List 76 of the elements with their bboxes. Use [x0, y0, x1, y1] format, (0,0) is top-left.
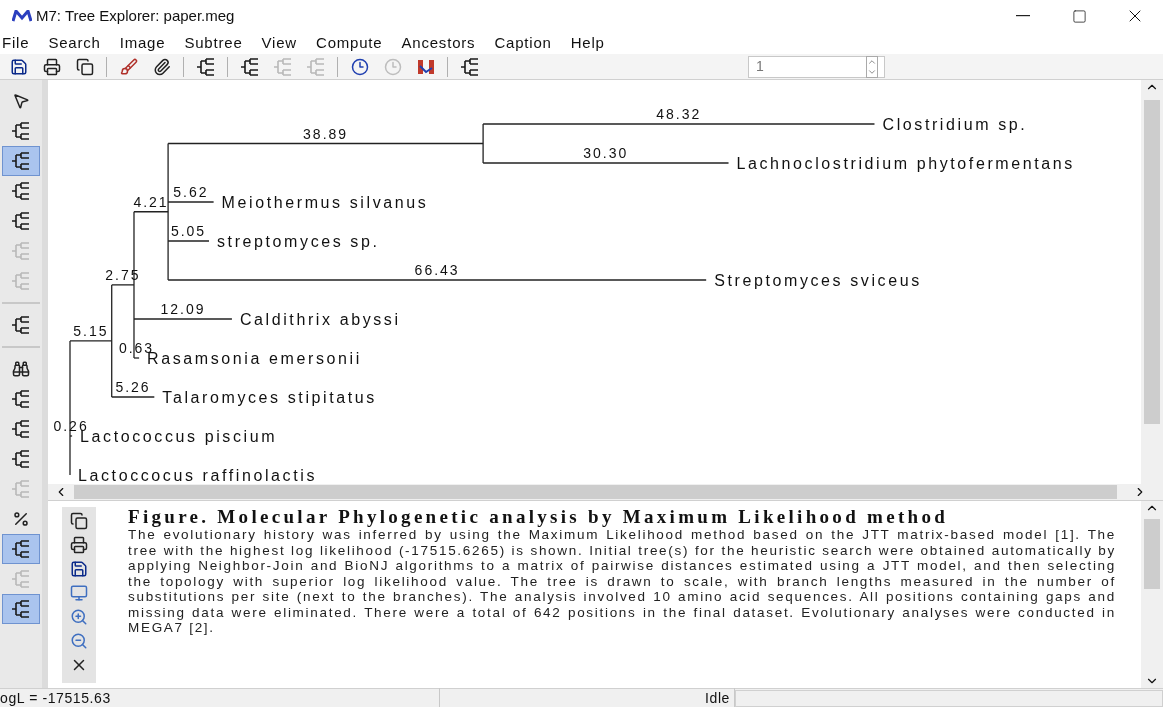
tree-icon [11, 390, 31, 408]
taxon-label: Caldithrix abyssi [239, 311, 401, 329]
branch-length: 30.30 [583, 145, 629, 161]
vertical-scrollbar[interactable] [1141, 80, 1163, 484]
menu-item[interactable]: Image [119, 31, 166, 55]
printer-icon [42, 57, 61, 76]
clock-icon [350, 57, 369, 76]
minimize-icon [1016, 15, 1030, 17]
branch-length: 5.15 [73, 322, 109, 339]
zoom-out-icon [70, 632, 88, 650]
percent-icon [12, 510, 30, 528]
tree-icon [195, 57, 216, 76]
branch-length: 4.21 [133, 193, 169, 210]
taxon-label: Streptomyces sviceus [714, 272, 922, 290]
copy-icon [70, 512, 88, 530]
tree-icon [11, 122, 31, 140]
binoculars-icon [12, 360, 30, 378]
branch-length: 5.26 [115, 379, 151, 395]
taxon-label: Lachnoclostridium phytofermentans [736, 155, 1075, 173]
menu-item[interactable]: Search [48, 31, 101, 55]
menu-item[interactable]: Compute [316, 31, 383, 55]
taxon-label: Talaromyces stipitatus [162, 389, 377, 407]
menu-item[interactable]: Subtree [184, 31, 243, 55]
tree-icon [11, 316, 31, 334]
tree-icon [11, 242, 31, 260]
brush-icon [119, 57, 138, 76]
tree-icon [11, 272, 31, 290]
pointer-icon [12, 92, 30, 110]
taxon-label: Clostridium sp. [882, 116, 1028, 134]
tree-icon [305, 57, 326, 76]
taxon-label: Lactoccocus raffinolactis [78, 467, 317, 484]
caption-title: Figure. Molecular Phylogenetic analysis by Maximum Likelihood method [128, 507, 950, 527]
tree-icon [11, 570, 31, 588]
save-icon [70, 560, 88, 578]
tree-icon [11, 600, 31, 618]
tree-button[interactable] [2, 146, 40, 176]
tree-icon [11, 182, 31, 200]
tree-icon [272, 57, 293, 76]
log-likelihood: ogL = -17515.63 [0, 687, 440, 707]
paperclip-icon [152, 57, 171, 76]
zoom-in-icon [70, 608, 88, 626]
maximize-icon [1071, 8, 1087, 24]
tree-button[interactable] [2, 534, 40, 564]
branch-length: 66.43 [414, 262, 460, 278]
tree-icon [11, 480, 31, 498]
tree-number-field[interactable]: 1 [748, 55, 885, 78]
app-logo-icon [12, 10, 32, 22]
menu-item[interactable]: View [261, 31, 297, 55]
taxon-label: Meiothermus silvanus [221, 194, 429, 212]
clock-icon [383, 57, 402, 76]
tree-icon [11, 540, 31, 558]
copy-icon [75, 57, 94, 76]
tree-icon [11, 450, 31, 468]
menu-item[interactable]: Help [570, 31, 605, 55]
caption-scrollbar[interactable] [1141, 501, 1163, 688]
bars-icon [415, 57, 436, 76]
monitor-icon [70, 584, 88, 602]
tree-button[interactable] [2, 594, 40, 624]
printer-icon [70, 536, 88, 554]
tree-icon [11, 420, 31, 438]
branch-length: 48.32 [656, 106, 702, 122]
taxon-label: streptomyces sp. [217, 233, 380, 251]
save-icon [9, 57, 28, 76]
tree-icon [11, 152, 31, 170]
window-title: M7: Tree Explorer: paper.meg [36, 5, 235, 26]
tree-icon [239, 57, 260, 76]
menu-item[interactable]: Caption [494, 31, 552, 55]
branch-length: 38.89 [303, 125, 349, 142]
branch-length: 12.09 [160, 301, 206, 317]
tree-icon [459, 57, 480, 76]
branch-length: 5.62 [173, 184, 209, 200]
menu-item[interactable]: Ancestors [401, 31, 476, 55]
branch-length: 5.05 [170, 223, 207, 239]
menu-item[interactable]: File [2, 31, 30, 55]
tree-icon [11, 212, 31, 230]
caption-text: The evolutionary history was inferred by using the Maximum Likelihood method based on the JTT matrix-based model [1]. The tree with the highest log likelihood (-17515.6265) is shown. Initial tree(s) for the heuristic search were obtained automatically by applying Neighbor-Join and BioNJ algorithms to a matrix of pairwise distances estimated using a JTT model, and then selecting the topology with superior log likelihood value. The tree is drawn to scale, with branch lengths measured in the number of substitutions per site (next to the branches). The analysis involved 10 amino acid sequences. All positions containing gaps and missing data were eliminated. There were a total of 642 positions in the final dataset. Evolutionary analyses were conducted in MEGA7 [2]. [128, 527, 1116, 636]
